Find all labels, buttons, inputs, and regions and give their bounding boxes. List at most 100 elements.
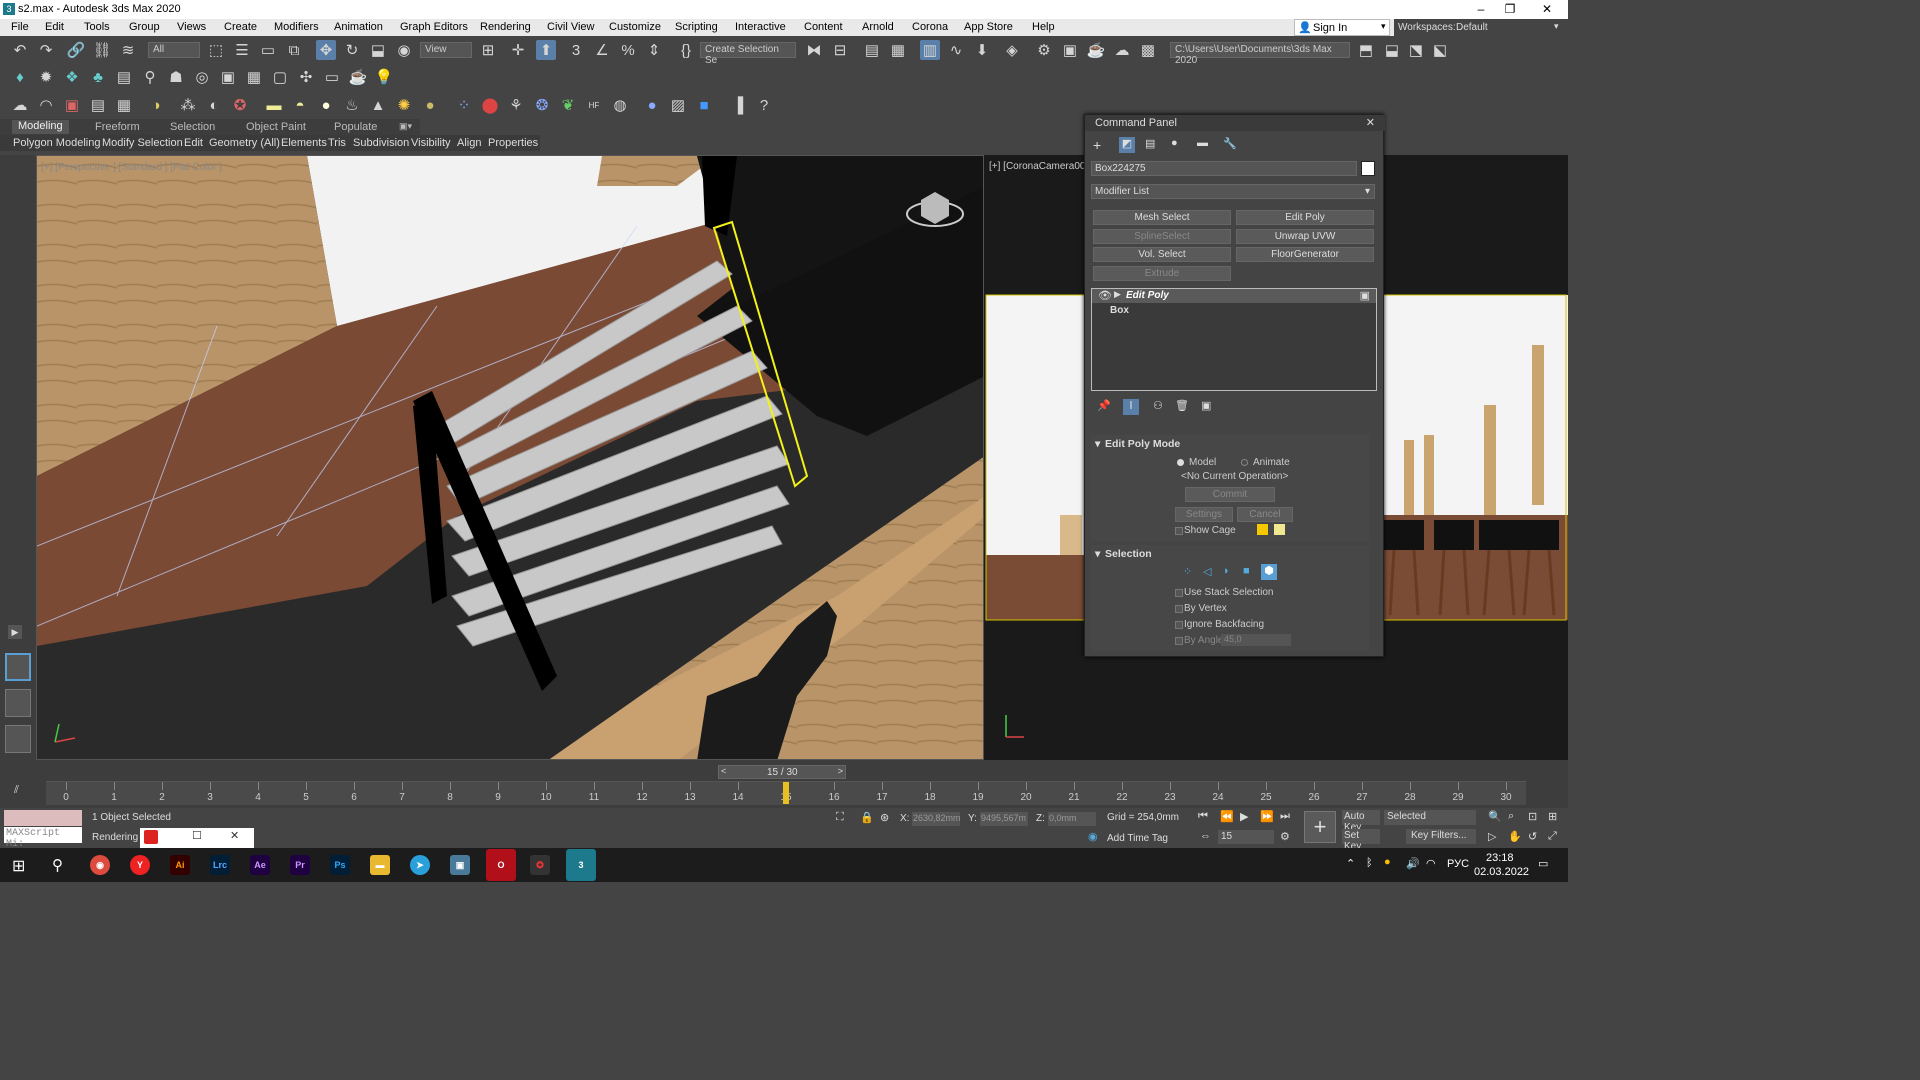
davinci-icon[interactable]: ✪ [530,855,550,875]
render-a360-icon[interactable]: ▩ [1138,40,1158,60]
language-indicator[interactable]: РУС [1447,858,1469,870]
lightroom-icon[interactable]: Lrc [210,855,230,875]
go-to-start-icon[interactable]: ⏮ [1198,810,1208,823]
tab-selection[interactable]: Selection [170,121,215,133]
rotate-icon[interactable]: ↻ [342,40,362,60]
add-time-tag-label[interactable]: Add Time Tag [1107,833,1168,844]
unwrap-uvw-button[interactable]: Unwrap UVW [1236,229,1374,244]
stack-item-box[interactable]: Box [1110,305,1129,316]
remove-modifier-icon[interactable]: 🗑 [1175,399,1189,412]
stack-item-edit-poly[interactable]: 👁 ▶ Edit Poly ▣ [1092,289,1376,303]
pan-icon[interactable]: ✋ [1508,830,1522,843]
render-icon[interactable]: ▐ [728,95,748,115]
volume-icon[interactable]: 🔊 [1406,857,1420,870]
set-key-big-icon[interactable]: + [1304,811,1336,843]
notifications-icon[interactable]: ▭ [1538,857,1548,870]
frame-icon[interactable]: ▢ [270,67,290,87]
panel-subdivision[interactable]: Subdivision [353,137,409,149]
figure-icon[interactable]: ⚲ [140,67,160,87]
menu-content[interactable]: Content [804,21,843,33]
percent-snap-icon[interactable]: % [618,40,638,60]
snaps-toggle-icon[interactable]: 3 [566,40,586,60]
select-by-name-icon[interactable]: ☰ [232,40,252,60]
menu-file[interactable]: File [11,21,29,33]
premiere-icon[interactable]: Pr [290,855,310,875]
panel-edit[interactable]: Edit [184,137,203,149]
mesh-select-button[interactable]: Mesh Select [1093,210,1231,225]
viewport-label[interactable]: [+] [Perspective ] [Standard ] [Flat Col… [41,162,222,173]
zoom-all-icon[interactable]: ⌕ [1508,810,1514,823]
layout-two-panes-icon[interactable] [5,653,31,681]
dome-icon[interactable]: ◠ [36,95,56,115]
tab-freeform[interactable]: Freeform [95,121,140,133]
sound-icon[interactable]: ◐ [204,95,224,115]
table-icon[interactable]: ▤ [88,95,108,115]
sphere-light-icon[interactable]: ● [316,95,336,115]
menu-interactive[interactable]: Interactive [735,21,786,33]
prev-key-icon[interactable]: ⏪ [1220,810,1234,823]
select-manipulate-icon[interactable]: ✛ [508,40,528,60]
menu-rendering[interactable]: Rendering [480,21,531,33]
time-slider[interactable]: < 15 / 30 > [718,765,846,779]
menu-graph-editors[interactable]: Graph Editors [400,21,468,33]
opera-icon[interactable]: O [486,849,516,881]
maxscript-input[interactable]: MAXScript Mi: [4,827,82,850]
modify-tab-icon[interactable]: ◩ [1119,137,1135,153]
light-lister-icon[interactable]: ◑ [146,95,166,115]
expand-arrow-icon[interactable]: ▶ [1114,289,1121,300]
object-color-swatch[interactable] [1361,161,1375,176]
settings-button[interactable]: Settings [1175,507,1233,522]
lamp-icon[interactable]: ☗ [166,67,186,87]
time-tag-icon[interactable]: ◉ [1088,830,1098,843]
project-folder-dropdown[interactable]: C:\Users\User\Documents\3ds Max 2020 [1170,42,1350,66]
show-end-result-icon[interactable]: Ⅰ [1123,399,1139,415]
auto-key-button[interactable]: Auto Key [1342,810,1380,833]
windows-start-icon[interactable]: ⊞ [12,856,25,876]
photoshop-icon[interactable]: Ps [330,855,350,875]
undo-icon[interactable]: ↶ [10,40,30,60]
edit-poly-button[interactable]: Edit Poly [1236,210,1374,225]
spinner-snap-icon[interactable]: ⇕ [644,40,664,60]
list-icon[interactable]: ▤ [114,67,134,87]
menu-create[interactable]: Create [224,21,257,33]
mirror-ball-icon[interactable]: ● [642,95,662,115]
spline-select-button[interactable]: SplineSelect [1093,229,1231,244]
curve-toggle-icon[interactable]: ⫽ [14,784,19,797]
go-to-end-icon[interactable]: ⏭ [1280,810,1290,823]
color-cube-icon[interactable]: ■ [694,95,714,115]
menu-edit[interactable]: Edit [45,21,64,33]
hf-icon[interactable]: HF [584,95,604,115]
by-angle-spinner[interactable]: 45,0 [1221,634,1291,646]
vertex-icon[interactable]: ⁘ [1183,565,1192,578]
absolute-mode-icon[interactable]: ⊛ [880,811,889,824]
menu-arnold[interactable]: Arnold [862,21,894,33]
display-tab-icon[interactable]: ▬ [1197,137,1208,149]
next-key-icon[interactable]: ⏩ [1260,810,1274,823]
named-selection-dropdown[interactable]: Create Selection Se [700,42,796,66]
clock-time[interactable]: 23:18 [1486,852,1514,864]
unlink-icon[interactable]: ⛓ [92,40,112,60]
menu-help[interactable]: Help [1032,21,1055,33]
frame-buffer-icon[interactable]: ▣ [62,95,82,115]
align-icon[interactable]: ⊟ [830,40,850,60]
floor-generator-button[interactable]: FloorGenerator [1236,247,1374,262]
expand-icon[interactable]: ▶ [8,625,22,639]
tab-populate[interactable]: Populate [334,121,377,133]
help-icon[interactable]: ? [754,95,774,115]
maximize-viewport-icon[interactable]: ⤢ [1548,830,1557,843]
menu-animation[interactable]: Animation [334,21,383,33]
edit-named-selection-icon[interactable]: {} [676,40,696,60]
play-icon[interactable]: ▶ [1240,810,1248,823]
bind-spacewarp-icon[interactable]: ≋ [118,40,138,60]
light-icon[interactable]: ♦ [10,67,30,87]
motion-tab-icon[interactable]: ● [1171,137,1178,149]
converter-icon[interactable]: ▦ [114,95,134,115]
z-coordinate-field[interactable]: 0,0mm [1048,812,1096,826]
render-cloud-icon[interactable]: ☁ [1112,40,1132,60]
yandex-icon[interactable]: Y [130,855,150,875]
proxy-icon[interactable]: ⁂ [178,95,198,115]
selection-header[interactable]: Selection [1105,548,1152,560]
after-effects-icon[interactable]: Ae [250,855,270,875]
x-coordinate-field[interactable]: 2630,82mm [912,812,961,826]
selection-filter-dropdown[interactable]: All [148,42,200,58]
